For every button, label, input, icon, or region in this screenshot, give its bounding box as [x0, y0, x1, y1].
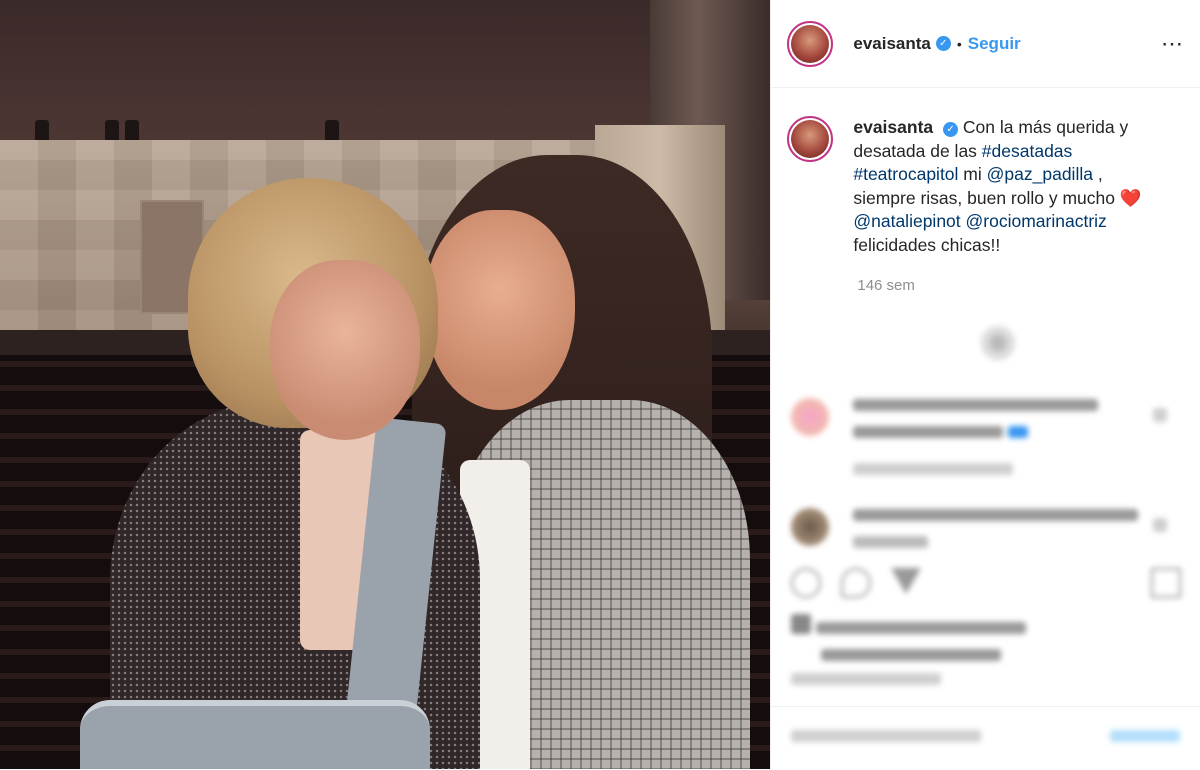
header-username[interactable]: evaisanta — [853, 34, 931, 54]
avatar-image — [791, 120, 830, 158]
comment-meta — [853, 463, 1014, 475]
hashtag-teatrocapitol[interactable]: #teatrocapitol — [853, 164, 958, 184]
post-timestamp[interactable]: 146 sem — [857, 277, 1200, 294]
follow-button[interactable]: Seguir — [968, 34, 1021, 54]
avatar-image — [791, 24, 830, 63]
comment-like-icon[interactable] — [1153, 408, 1168, 422]
spinner-shape — [978, 323, 1019, 363]
arm-sling — [80, 700, 430, 769]
caption-end: felicidades chicas!! — [853, 234, 1001, 255]
header-separator: • — [956, 35, 962, 52]
caption-text: evaisanta ✓ Con la más querida y desatad… — [853, 116, 1153, 257]
instagram-post: evaisanta ✓ • Seguir ⋯ evaisanta ✓ Con l… — [0, 0, 1200, 769]
publish-label — [1110, 730, 1181, 742]
post-side-panel: evaisanta ✓ • Seguir ⋯ evaisanta ✓ Con l… — [770, 0, 1200, 769]
verified-icon: ✓ — [943, 122, 959, 137]
caption-mid: mi — [958, 164, 987, 184]
post-actions — [791, 568, 1182, 604]
publish-button[interactable] — [1110, 729, 1181, 747]
post-photo[interactable] — [0, 0, 771, 769]
person-right-face — [425, 210, 575, 410]
comment-text-line — [853, 509, 1139, 521]
comment-body — [853, 398, 1099, 480]
more-options-icon[interactable]: ⋯ — [1161, 31, 1184, 57]
likes-summary[interactable] — [791, 614, 1026, 666]
post-date — [791, 672, 942, 690]
comment-emoji — [1007, 426, 1028, 438]
comment-avatar — [791, 508, 830, 546]
comment-meta — [853, 536, 929, 548]
verified-icon: ✓ — [935, 36, 951, 51]
like-icon[interactable] — [791, 568, 822, 598]
caption-avatar[interactable] — [787, 116, 834, 162]
person-left-face — [270, 260, 420, 440]
share-icon[interactable] — [891, 568, 922, 594]
comment-item[interactable] — [791, 508, 1168, 553]
caption-username[interactable]: evaisanta — [853, 117, 933, 137]
comment-body — [853, 508, 1139, 553]
save-icon[interactable] — [1151, 568, 1182, 598]
comment-item[interactable] — [791, 398, 1168, 480]
comment-icon[interactable] — [841, 568, 872, 598]
comment-avatar — [791, 398, 830, 436]
stage-lamp — [35, 120, 49, 142]
comment-text-line — [853, 426, 1004, 438]
likes-text-line — [821, 649, 1002, 661]
mention-nataliepinot[interactable]: @nataliepinot — [853, 211, 960, 231]
likes-text-line — [815, 622, 1026, 634]
profile-avatar[interactable] — [787, 20, 834, 67]
comment-like-icon[interactable] — [1153, 518, 1168, 532]
comment-input-bar — [771, 706, 1200, 770]
placeholder-text — [791, 730, 982, 742]
loading-spinner-icon — [978, 323, 1019, 363]
heart-emoji: ❤️ — [1119, 187, 1142, 208]
stage-lamp — [105, 120, 119, 142]
post-caption: evaisanta ✓ Con la más querida y desatad… — [771, 88, 1200, 257]
comment-text-line — [853, 399, 1099, 411]
hashtag-desatadas[interactable]: #desatadas — [982, 141, 1073, 161]
stage-lamp — [325, 120, 339, 142]
likes-avatar — [791, 614, 812, 634]
post-header: evaisanta ✓ • Seguir ⋯ — [771, 0, 1200, 88]
mention-rociomarinactriz[interactable]: @rociomarinactriz — [966, 211, 1107, 231]
date-text — [791, 673, 942, 685]
stage-lamp — [125, 120, 139, 142]
comment-input-placeholder[interactable] — [791, 729, 982, 747]
mention-paz-padilla[interactable]: @paz_padilla — [987, 164, 1093, 184]
